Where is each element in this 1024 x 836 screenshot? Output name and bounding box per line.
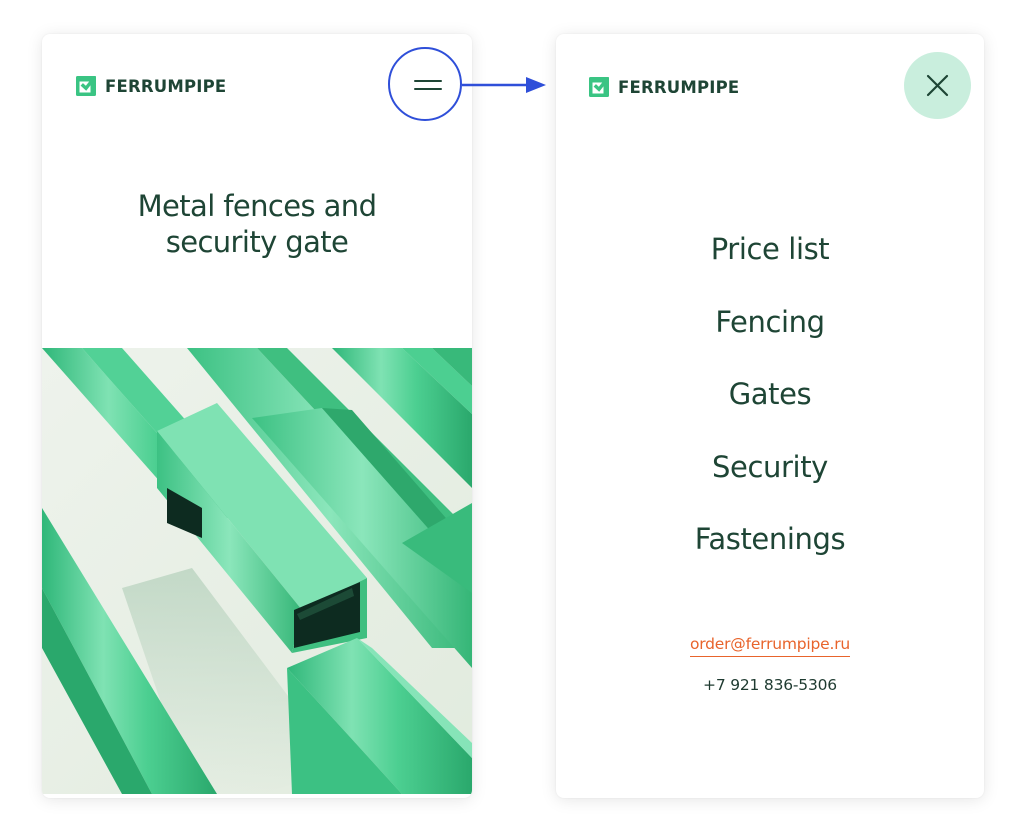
green-metal-pipes-photo xyxy=(42,348,472,794)
nav-item-fencing[interactable]: Fencing xyxy=(556,297,984,370)
checkbox-logo-icon xyxy=(76,76,96,96)
logo-text: FERRUMPIPE xyxy=(618,77,740,97)
close-icon xyxy=(926,74,949,97)
hero-title-line-2: security gate xyxy=(165,225,349,259)
arrow-right-icon xyxy=(462,77,546,93)
comparison-stage: FERRUMPIPE Metal fences and security gat… xyxy=(0,0,1024,836)
hamburger-icon-bottom-bar xyxy=(414,88,442,90)
checkbox-logo-icon xyxy=(589,77,609,97)
mobile-screen-closed: FERRUMPIPE Metal fences and security gat… xyxy=(42,34,472,798)
nav-item-price-list[interactable]: Price list xyxy=(556,224,984,297)
contact-phone[interactable]: +7 921 836-5306 xyxy=(556,676,984,694)
hero-title: Metal fences and security gate xyxy=(42,188,472,260)
nav-item-security[interactable]: Security xyxy=(556,442,984,515)
hero-title-line-1: Metal fences and xyxy=(137,189,377,223)
logo[interactable]: FERRUMPIPE xyxy=(589,75,739,99)
hamburger-icon xyxy=(414,80,442,82)
nav-menu: Price list Fencing Gates Security Fasten… xyxy=(556,224,984,587)
mobile-screen-menu-open: FERRUMPIPE Price list Fencing Gates Secu… xyxy=(556,34,984,798)
email-link[interactable]: order@ferrumpipe.ru xyxy=(689,635,850,657)
nav-item-fastenings[interactable]: Fastenings xyxy=(556,514,984,587)
nav-item-gates[interactable]: Gates xyxy=(556,369,984,442)
contact-email: order@ferrumpipe.ru xyxy=(556,634,984,657)
hamburger-menu-button[interactable] xyxy=(412,72,446,98)
logo[interactable]: FERRUMPIPE xyxy=(76,74,226,98)
close-menu-button[interactable] xyxy=(904,52,971,119)
logo-text: FERRUMPIPE xyxy=(105,76,227,96)
